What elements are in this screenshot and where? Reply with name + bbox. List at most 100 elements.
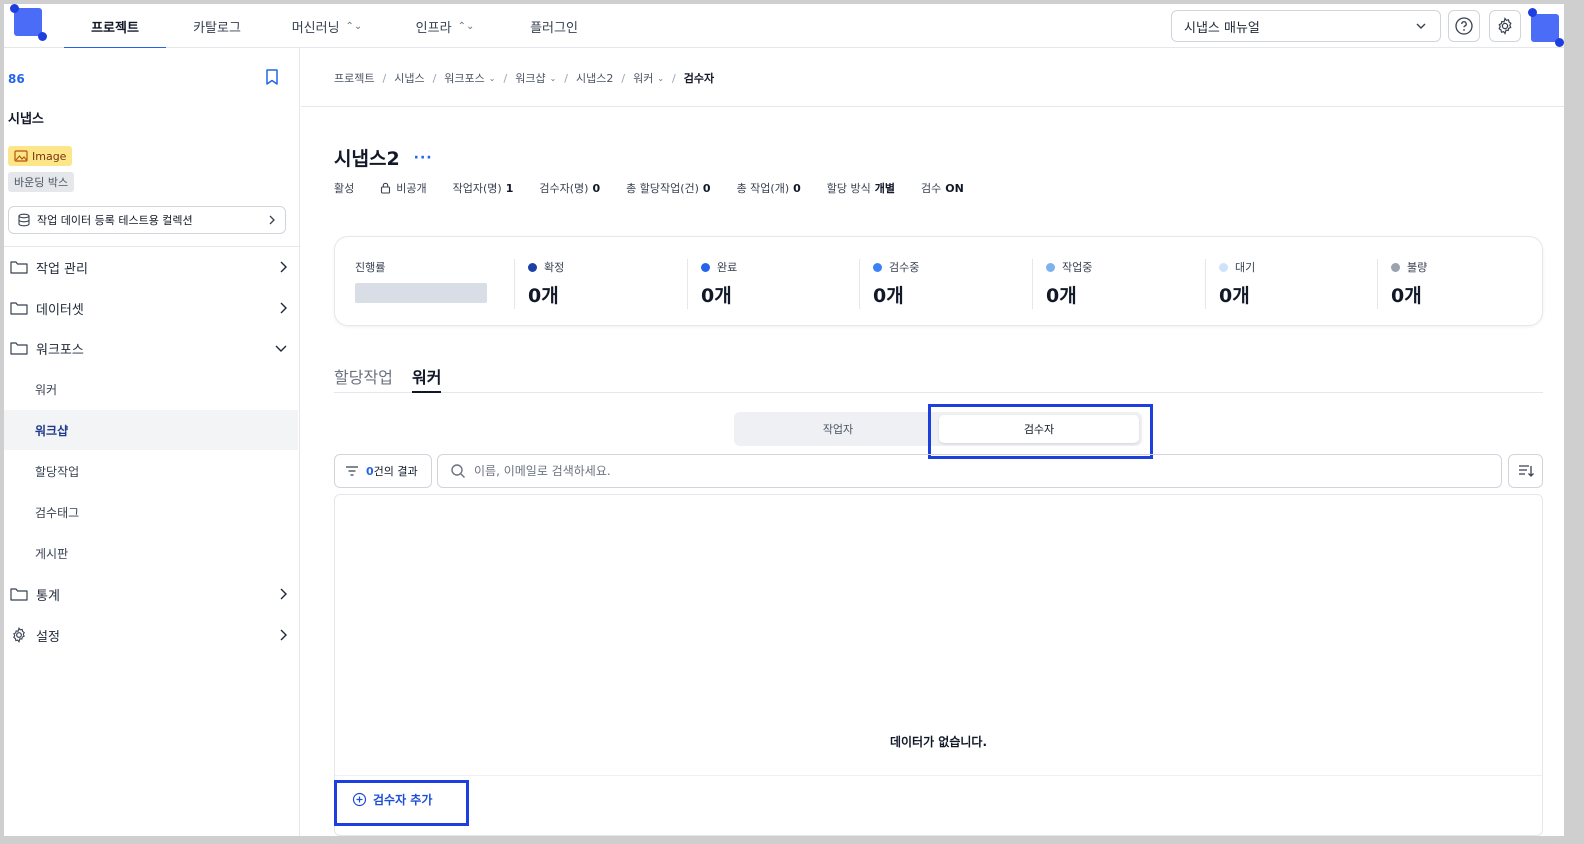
- chevron-right-icon: [280, 261, 287, 273]
- stat-label: 완료: [717, 261, 738, 274]
- sort-button[interactable]: [1508, 454, 1543, 488]
- result-label: 건의 결과: [373, 465, 418, 478]
- nav-tab-plugin[interactable]: 플러그인: [504, 4, 604, 48]
- nav-tab-label: 카탈로그: [193, 20, 241, 36]
- folder-icon: [10, 342, 28, 355]
- meta-value: ON: [945, 181, 964, 195]
- sidebar-item-work[interactable]: 작업 관리: [4, 247, 300, 287]
- empty-state-text: 데이터가 없습니다.: [889, 735, 988, 749]
- nav-tab-label: 머신러닝: [291, 20, 340, 36]
- annotation-type-badge: 바운딩 박스: [8, 172, 75, 192]
- tab-assign[interactable]: 할당작업: [334, 364, 393, 393]
- status-dot-icon: [1219, 262, 1228, 272]
- stats-card: 진행률 확정 0개 완료 0개 검수중 0개 작업중 0개 대기 0개 불량 0…: [334, 236, 1543, 326]
- collection-label: 작업 데이터 등록 테스트용 컬렉션: [37, 214, 193, 227]
- highlight-box: [928, 404, 1153, 459]
- chevron-down-icon[interactable]: ⌄: [550, 74, 557, 83]
- chevron-down-icon[interactable]: ⌄: [489, 74, 496, 83]
- filter-button[interactable]: 0 건의 결과: [334, 454, 432, 488]
- reviewers-count: 검수자(명) 0: [539, 180, 600, 196]
- settings-button[interactable]: [1489, 10, 1521, 42]
- bookmark-button[interactable]: [264, 68, 280, 90]
- page-title-text: 시냅스2: [334, 148, 400, 170]
- nav-tab-ml[interactable]: 머신러닝 ⌃⌄: [268, 4, 386, 48]
- sidebar-item-label: 데이터셋: [36, 302, 84, 318]
- search-input[interactable]: [474, 464, 1374, 478]
- sidebar-subitem-board[interactable]: 게시판: [4, 533, 298, 573]
- stat-defect: 불량 0개: [1377, 259, 1427, 309]
- stat-label: 검수중: [889, 261, 920, 274]
- progress-label: 진행률: [355, 261, 386, 274]
- project-name: 시냅스: [8, 112, 44, 127]
- manual-select[interactable]: 시냅스 매뉴얼: [1171, 10, 1441, 42]
- workshop-meta: 활성 비공개 작업자(명) 1 검수자(명) 0 총 할당작업(건) 0 총 작업(개…: [334, 180, 990, 196]
- meta-value: 0: [592, 181, 601, 195]
- highlight-box: [334, 780, 469, 826]
- bookmark-icon: [266, 69, 278, 85]
- status-dot-icon: [1046, 262, 1055, 272]
- more-options-button[interactable]: ···: [414, 150, 433, 166]
- updown-chevron-icon: ⌃⌄: [457, 20, 475, 32]
- stat-reviewing: 검수중 0개: [859, 259, 919, 309]
- sidebar-item-dataset[interactable]: 데이터셋: [4, 288, 300, 328]
- stat-label: 대기: [1235, 261, 1256, 274]
- search-box[interactable]: [437, 454, 1502, 488]
- breadcrumb-item[interactable]: 프로젝트: [334, 70, 374, 86]
- nav-tab-project[interactable]: 프로젝트: [64, 4, 166, 49]
- avatar[interactable]: [1528, 8, 1564, 47]
- nav-tab-catalog[interactable]: 카탈로그: [166, 4, 268, 48]
- tasks-count: 총 작업(개) 0: [737, 180, 801, 196]
- folder-icon: [10, 588, 28, 601]
- review-status: 검수 ON: [921, 180, 964, 196]
- chevron-right-icon: [280, 629, 287, 641]
- collection-link[interactable]: 작업 데이터 등록 테스트용 컬렉션: [8, 206, 286, 234]
- sidebar-item-workforce[interactable]: 워크포스: [4, 328, 300, 368]
- status-dot-icon: [1391, 262, 1400, 272]
- help-button[interactable]: [1448, 10, 1480, 42]
- sidebar-subitem-tags[interactable]: 검수태그: [4, 492, 298, 532]
- breadcrumb-current: 검수자: [683, 72, 715, 85]
- breadcrumb-item[interactable]: 워커: [633, 70, 653, 86]
- breadcrumb-item[interactable]: 시냅스: [394, 70, 424, 86]
- stat-label: 확정: [544, 261, 565, 274]
- app-window: 프로젝트 카탈로그 머신러닝 ⌃⌄ 인프라 ⌃⌄ 플러그인 시냅스 매뉴얼 86 시…: [4, 4, 1564, 836]
- stat-value: 0개: [1046, 285, 1077, 307]
- meta-label: 총 할당작업(건): [626, 182, 699, 195]
- chevron-down-icon: [275, 345, 287, 352]
- sidebar-subitem-assign[interactable]: 할당작업: [4, 451, 298, 491]
- nav-tab-infra[interactable]: 인프라 ⌃⌄: [386, 4, 504, 48]
- updown-chevron-icon: ⌃⌄: [345, 20, 363, 32]
- database-icon: [18, 213, 30, 227]
- meta-label: 할당 방식: [826, 182, 871, 195]
- progress-bar: [355, 283, 487, 303]
- table-footer-divider: [335, 775, 1542, 776]
- nav-tab-label: 프로젝트: [91, 20, 139, 36]
- stat-value: 0개: [528, 285, 559, 307]
- breadcrumb-item[interactable]: 워크포스: [444, 70, 484, 86]
- status-dot-icon: [701, 262, 710, 272]
- gear-icon: [13, 627, 25, 643]
- sidebar-item-settings[interactable]: 설정: [4, 615, 300, 655]
- chevron-right-icon: [280, 588, 287, 600]
- breadcrumb-item[interactable]: 시냅스2: [576, 70, 613, 86]
- stat-label: 불량: [1407, 261, 1428, 274]
- breadcrumb-item[interactable]: 워크샵: [515, 70, 545, 86]
- sidebar-subitem-workshop[interactable]: 워크샵: [4, 410, 298, 450]
- sidebar-subitem-worker[interactable]: 워커: [4, 369, 298, 409]
- progress-stat: 진행률: [355, 259, 487, 303]
- chevron-down-icon[interactable]: ⌄: [657, 74, 664, 83]
- tab-worker[interactable]: 워커: [412, 364, 442, 393]
- stat-label: 작업중: [1062, 261, 1093, 274]
- visibility: 비공개: [380, 180, 427, 196]
- chevron-right-icon: [269, 215, 275, 225]
- sidebar-item-label: 작업 관리: [36, 261, 88, 277]
- stat-value: 0개: [873, 285, 904, 307]
- segment-worker[interactable]: 작업자: [738, 412, 938, 446]
- sidebar-item-stats[interactable]: 통계: [4, 574, 300, 614]
- logo-icon[interactable]: [10, 4, 47, 41]
- search-icon: [451, 464, 465, 478]
- page-title: 시냅스2 ···: [334, 144, 433, 171]
- stat-working: 작업중 0개: [1032, 259, 1092, 309]
- meta-label: 작업자(명): [452, 182, 502, 195]
- meta-value: 1: [505, 181, 514, 195]
